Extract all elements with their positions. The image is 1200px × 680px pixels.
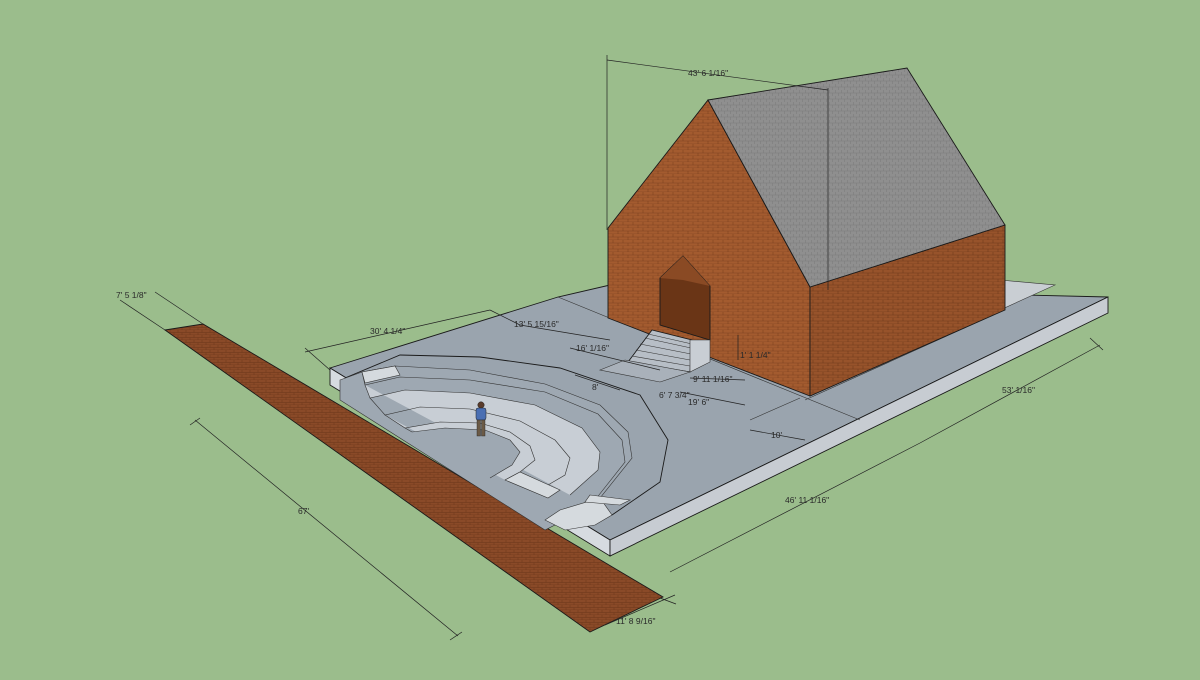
dim-label-46ft: 46' 11 1/16"	[785, 495, 829, 505]
dim-label-67ft: 67'	[298, 506, 309, 516]
dim-label-19ft: 19' 6"	[688, 397, 709, 407]
dim-label-11ft: 11' 8 9/16"	[616, 616, 655, 626]
dim-label-30ft: 30' 4 1/4"	[370, 326, 405, 336]
dim-label-8ft: 8'	[592, 382, 599, 392]
dim-label-16ft: 16' 1/16"	[576, 343, 609, 353]
dim-label-6ft: 6' 7 3/4"	[659, 390, 690, 400]
dim-label-1ft: 1' 1 1/4"	[740, 350, 771, 360]
dim-label-53ft: 53' 1/16"	[1002, 385, 1035, 395]
dim-label-10ft: 10'	[771, 430, 782, 440]
sketchup-model-view: 7' 5 1/8" 43' 6 1/16" 30' 4 1/4" 13' 5 1…	[116, 55, 1109, 641]
dim-label-43ft: 43' 6 1/16"	[688, 68, 728, 78]
dim-label-13ft: 13' 5 15/16"	[514, 319, 559, 329]
dim-label-9ft: 9' 11 1/16"	[693, 374, 732, 384]
dim-label-7ft: 7' 5 1/8"	[116, 290, 147, 300]
